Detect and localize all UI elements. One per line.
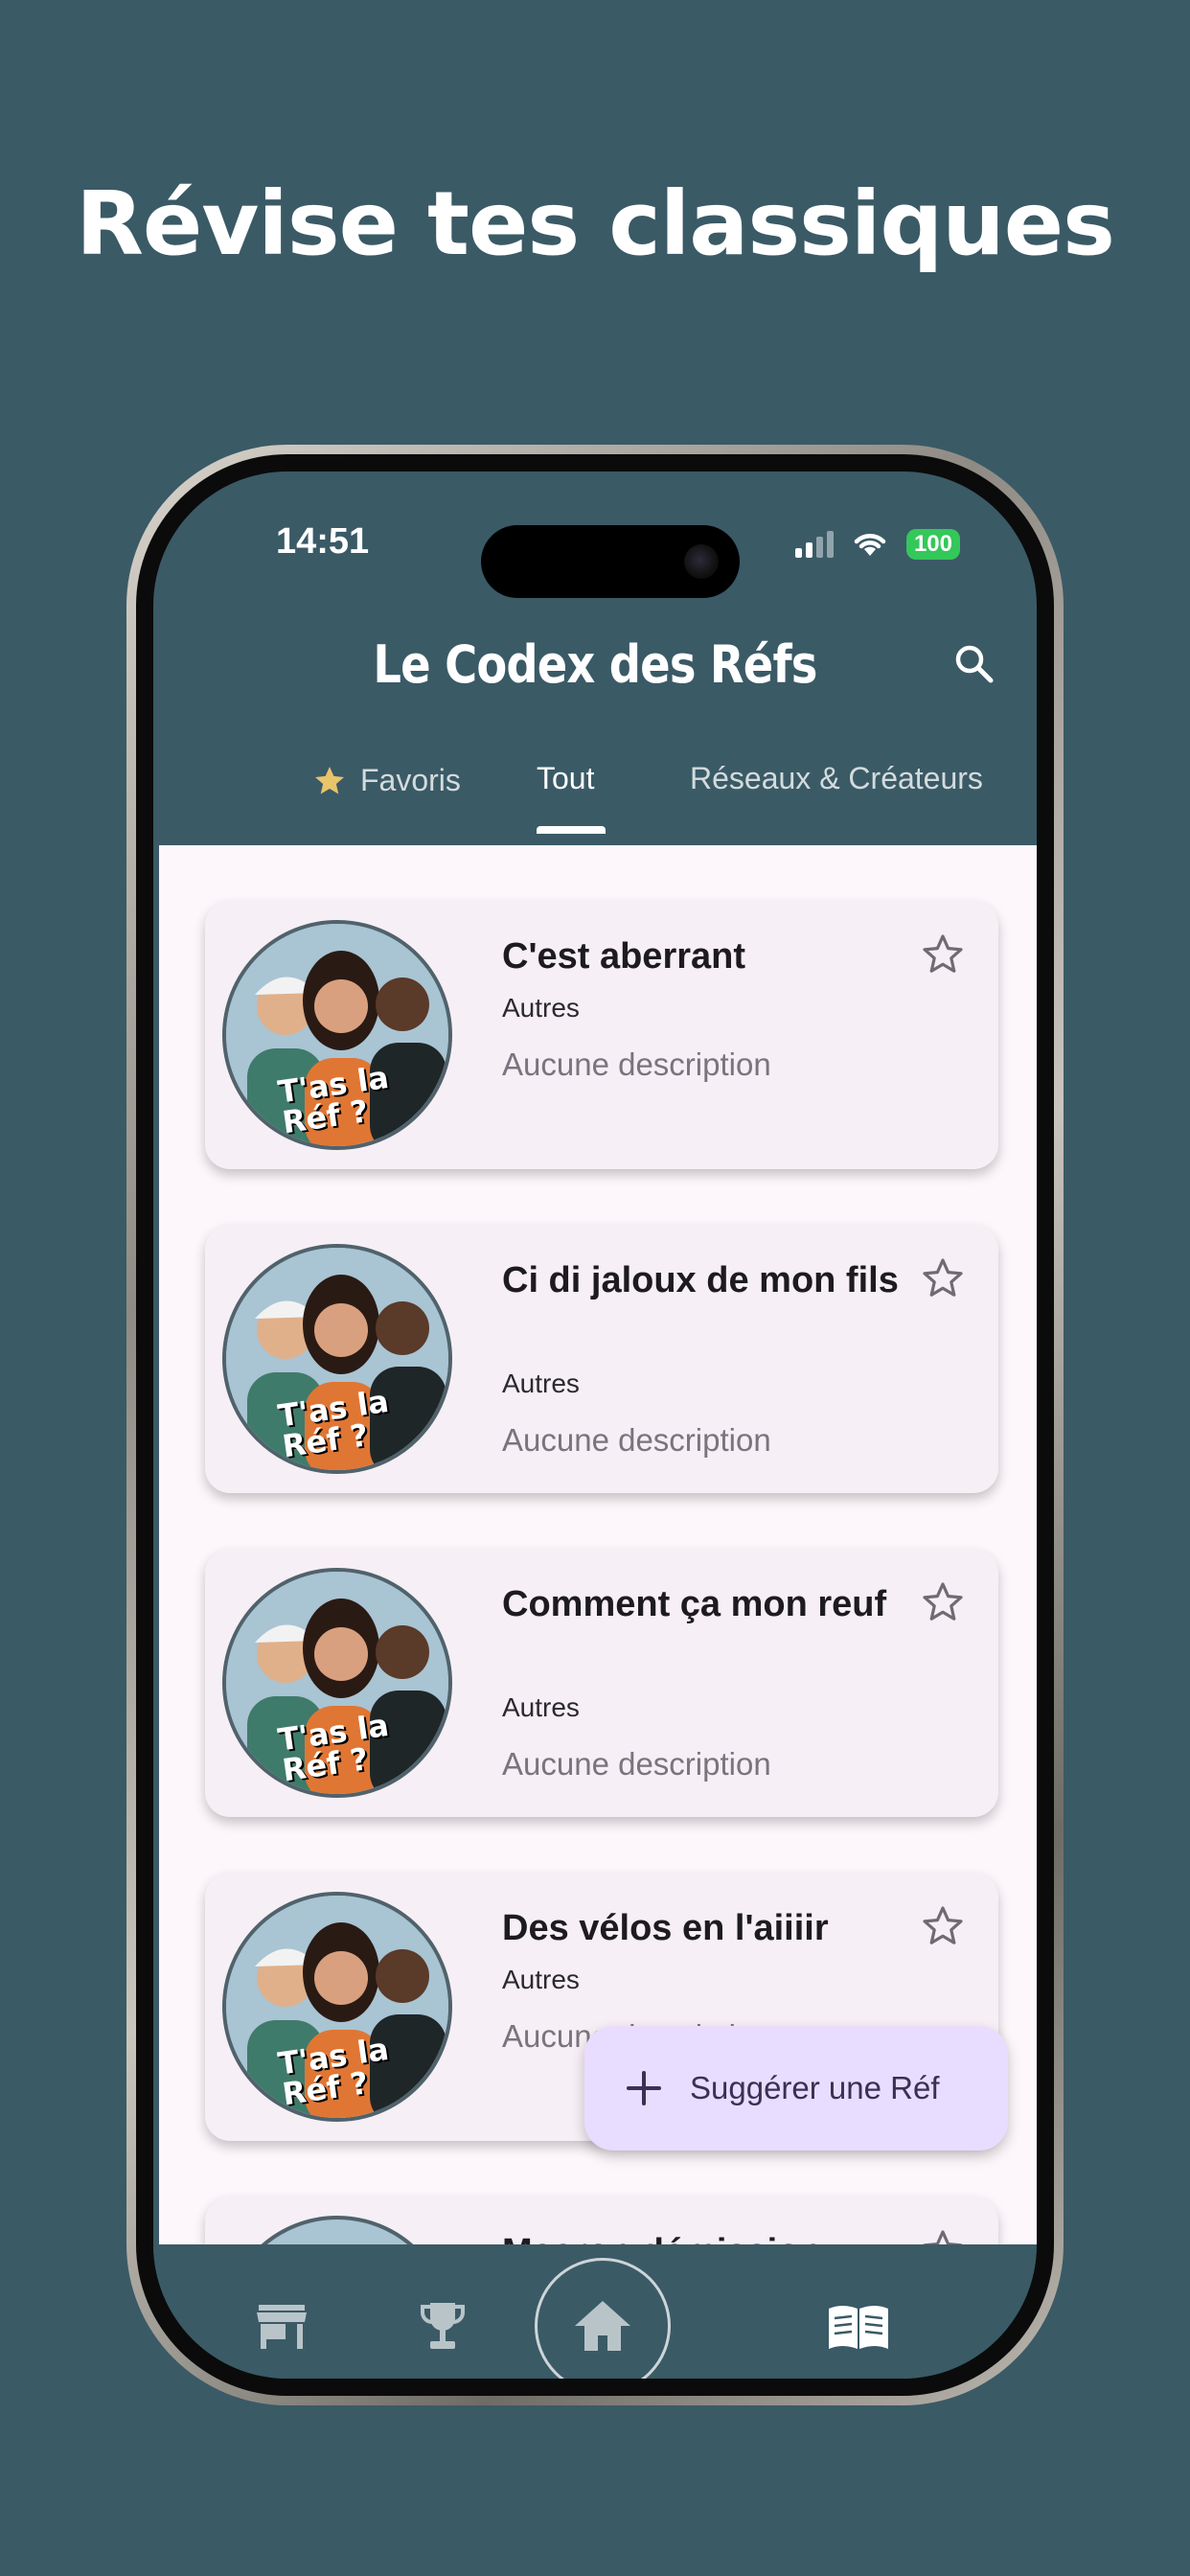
ref-avatar: T'as la Réf ?: [222, 1244, 452, 1474]
ref-description: Aucune description: [502, 1422, 771, 1458]
ref-category: Autres: [502, 993, 580, 1023]
ref-title: Comment ça mon reuf: [502, 1584, 887, 1624]
ref-avatar: T'as la Réf ?: [222, 920, 452, 1150]
ref-list[interactable]: T'as la Réf ? C'est aberrant Autres Aucu…: [159, 845, 1037, 2244]
favorite-button[interactable]: [916, 1899, 970, 1953]
star-outline-icon: [923, 1258, 963, 1297]
ref-card[interactable]: T'as la Réf ? C'est aberrant Autres Aucu…: [205, 901, 998, 1169]
tab-label: Réseaux & Créateurs: [690, 761, 983, 795]
wifi-icon: [854, 534, 886, 556]
tab-label: Favoris: [360, 763, 461, 797]
home-icon: [575, 2301, 630, 2351]
ref-title: C'est aberrant: [502, 936, 746, 977]
ref-category: Autres: [502, 1965, 580, 1994]
store-icon: [257, 2305, 307, 2349]
status-time: 14:51: [276, 521, 370, 562]
book-icon: [829, 2306, 888, 2349]
tab-tout[interactable]: Tout: [537, 761, 594, 796]
search-icon: [955, 645, 994, 683]
star-outline-icon: [923, 934, 963, 973]
favorite-button[interactable]: [916, 928, 970, 981]
active-tab-indicator: [537, 826, 606, 834]
ref-avatar: [222, 2216, 452, 2244]
promo-headline: Révise tes classiques: [76, 172, 1115, 275]
ref-category: Autres: [502, 1692, 580, 1722]
app-screen: 14:51 100 Le Codex des Réfs Favoris Tout…: [153, 472, 1037, 2379]
fab-label: Suggérer une Réf: [690, 2070, 940, 2105]
nav-store[interactable]: [234, 2279, 330, 2375]
favorite-button[interactable]: [916, 2223, 970, 2244]
ref-card[interactable]: T'as la Réf ? Ci di jaloux de mon fils A…: [205, 1225, 998, 1493]
nav-codex[interactable]: [811, 2279, 906, 2375]
nav-home[interactable]: [535, 2258, 671, 2379]
star-outline-icon: [923, 2230, 963, 2244]
signal-icon: [794, 531, 834, 558]
ref-description: Aucune description: [502, 1746, 771, 1782]
bottom-navigation: [153, 2244, 1037, 2379]
favorite-button[interactable]: [916, 1252, 970, 1305]
ref-category: Autres: [502, 1368, 580, 1398]
phone-frame: 14:51 100 Le Codex des Réfs Favoris Tout…: [126, 445, 1064, 2405]
ref-avatar: T'as la Réf ?: [222, 1568, 452, 1798]
star-icon: [315, 766, 344, 794]
star-outline-icon: [923, 1582, 963, 1621]
front-camera-icon: [684, 544, 719, 579]
suggest-ref-button[interactable]: Suggérer une Réf: [584, 2026, 1008, 2150]
search-button[interactable]: [941, 631, 1008, 698]
battery-icon: 100: [905, 529, 960, 560]
category-tabs: Favoris Tout Réseaux & Créateurs: [153, 749, 1037, 836]
app-title: Le Codex des Réfs: [373, 634, 817, 695]
ref-title: Ci di jaloux de mon fils: [502, 1260, 899, 1300]
dynamic-island: [481, 525, 740, 598]
ref-card[interactable]: Macron démission: [205, 2196, 998, 2244]
tab-favoris[interactable]: Favoris: [312, 763, 461, 798]
ref-avatar: T'as la Réf ?: [222, 1892, 452, 2122]
tab-label: Tout: [537, 761, 595, 795]
favorite-button[interactable]: [916, 1576, 970, 1629]
ref-title: Des vélos en l'aiiiir: [502, 1908, 829, 1948]
trophy-icon: [421, 2303, 465, 2349]
ref-card[interactable]: T'as la Réf ? Comment ça mon reuf Autres…: [205, 1549, 998, 1817]
ref-title: Macron démission: [502, 2225, 904, 2244]
tab-reseaux-createurs[interactable]: Réseaux & Créateurs: [690, 761, 983, 796]
ref-description: Aucune description: [502, 1046, 771, 1082]
star-outline-icon: [923, 1906, 963, 1944]
status-icons: 100: [794, 529, 960, 560]
plus-icon: [627, 2071, 661, 2105]
nav-trophy[interactable]: [395, 2279, 491, 2375]
